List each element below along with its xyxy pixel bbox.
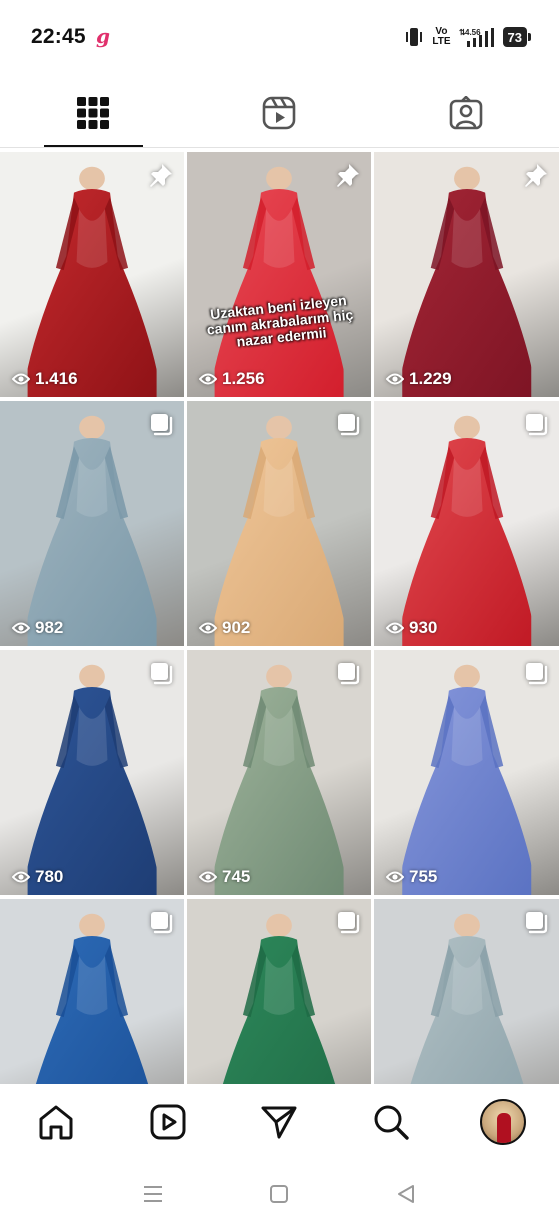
view-count: 902 [199, 618, 250, 638]
posts-grid: 1.416 Uzaktan beni izleyen canım akrabal… [0, 152, 559, 1084]
dress-image [35, 913, 149, 1084]
view-count-label: 930 [409, 618, 438, 637]
post-tile[interactable]: 745 [187, 650, 371, 895]
view-count-label: 1.229 [409, 369, 452, 388]
dress-image [222, 913, 336, 1084]
home-icon [39, 1105, 73, 1140]
dress-image [401, 166, 532, 397]
nav-profile[interactable] [473, 1092, 533, 1152]
signal-icon: ⇅ 4.56 [459, 28, 494, 47]
view-count: 755 [386, 867, 437, 887]
status-bar: 22:45 g Vo LTE ⇅ 4.56 73 [0, 0, 559, 76]
dress-image [214, 415, 344, 646]
menu-lines-icon[interactable] [141, 1182, 165, 1206]
profile-tabs [0, 78, 559, 148]
tab-reels[interactable] [186, 78, 372, 148]
send-icon [261, 1106, 297, 1139]
view-count: 930 [386, 618, 437, 638]
post-tile[interactable]: 1.229 [374, 152, 559, 397]
carousel-icon [526, 414, 548, 436]
post-tile[interactable]: 982 [0, 401, 184, 646]
post-tile[interactable]: 902 [187, 401, 371, 646]
post-tile[interactable]: 1.416 [0, 152, 184, 397]
post-tile[interactable]: Uzaktan beni izleyen canım akrabalarım h… [187, 152, 371, 397]
eye-icon [386, 871, 404, 883]
view-count: 982 [12, 618, 63, 638]
status-icons: Vo LTE ⇅ 4.56 73 [404, 26, 532, 48]
nav-home[interactable] [26, 1092, 86, 1152]
carousel-icon [151, 663, 173, 685]
dress-image [27, 415, 157, 646]
dress-image [27, 664, 157, 895]
back-triangle-icon[interactable] [394, 1182, 418, 1206]
nav-direct[interactable] [249, 1092, 309, 1152]
app-notification-badge: g [96, 24, 110, 48]
carousel-icon [151, 912, 173, 934]
nav-reels[interactable] [138, 1092, 198, 1152]
tab-grid[interactable] [0, 78, 186, 148]
carousel-icon [338, 663, 360, 685]
carousel-icon [526, 912, 548, 934]
eye-icon [199, 622, 217, 634]
view-count-label: 780 [35, 867, 64, 886]
view-count-label: 755 [409, 867, 438, 886]
post-tile[interactable]: 930 [374, 401, 559, 646]
dress-image [410, 913, 523, 1084]
eye-icon [199, 871, 217, 883]
tab-tagged[interactable] [373, 78, 559, 148]
status-time: 22:45 [31, 25, 86, 48]
grid-icon [77, 97, 110, 129]
view-count: 1.229 [386, 369, 452, 389]
tabs-divider [0, 147, 559, 148]
carousel-icon [338, 912, 360, 934]
dress-image [401, 415, 532, 646]
vibrate-icon [406, 28, 423, 46]
reels-icon [263, 96, 296, 130]
dress-image [214, 166, 344, 397]
post-tile[interactable]: 780 [0, 650, 184, 895]
system-nav [0, 1160, 559, 1227]
post-tile[interactable] [0, 899, 184, 1084]
avatar [480, 1099, 527, 1145]
post-tile[interactable] [187, 899, 371, 1084]
view-count: 1.416 [12, 369, 78, 389]
dress-image [214, 664, 344, 895]
dress-image [27, 166, 157, 397]
reels-icon [150, 1104, 186, 1140]
eye-icon [12, 622, 30, 634]
post-tile[interactable]: 755 [374, 650, 559, 895]
battery-indicator: 73 [502, 27, 532, 47]
volte-label: Vo LTE [432, 26, 451, 47]
pin-icon [337, 164, 359, 187]
dress-image [401, 664, 532, 895]
carousel-icon [151, 414, 173, 436]
view-count-label: 745 [222, 867, 251, 886]
eye-icon [12, 373, 30, 385]
view-count-label: 1.256 [222, 369, 265, 388]
view-count: 745 [199, 867, 250, 887]
eye-icon [199, 373, 217, 385]
pin-icon [150, 164, 172, 187]
eye-icon [12, 871, 30, 883]
nav-search[interactable] [361, 1092, 421, 1152]
post-tile[interactable] [374, 899, 559, 1084]
eye-icon [386, 373, 404, 385]
search-icon [374, 1105, 409, 1140]
pin-icon [525, 164, 547, 187]
view-count-label: 982 [35, 618, 64, 637]
carousel-icon [338, 414, 360, 436]
svg-text:4.56: 4.56 [465, 28, 481, 37]
bottom-nav [0, 1084, 559, 1160]
carousel-icon [526, 663, 548, 685]
view-count: 1.256 [199, 369, 265, 389]
view-count: 780 [12, 867, 63, 887]
tagged-icon [449, 96, 483, 130]
square-icon[interactable] [267, 1182, 291, 1206]
view-count-label: 1.416 [35, 369, 78, 388]
view-count-label: 902 [222, 618, 251, 637]
eye-icon [386, 622, 404, 634]
